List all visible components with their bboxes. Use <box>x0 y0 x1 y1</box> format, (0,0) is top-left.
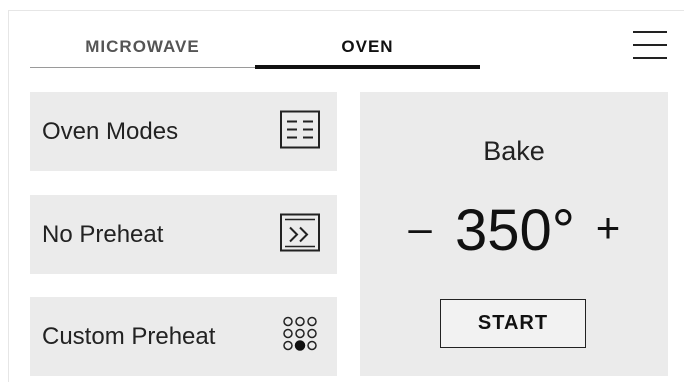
custom-preheat-label: Custom Preheat <box>42 322 216 350</box>
list-icon <box>280 110 320 153</box>
tab-underline-inactive <box>30 67 255 68</box>
temperature-value: 350° <box>455 198 575 263</box>
temperature-control: – 350° + <box>360 196 668 266</box>
start-button[interactable]: START <box>440 299 586 348</box>
increase-temperature-button[interactable]: + <box>588 207 628 249</box>
selected-mode-title: Bake <box>483 136 545 166</box>
cook-settings-panel: Bake – 350° + START <box>360 92 668 376</box>
tab-bar: MICROWAVE OVEN <box>30 30 480 70</box>
dot-grid-icon <box>280 314 320 359</box>
decrease-temperature-button[interactable]: – <box>402 207 438 249</box>
tab-underline-active <box>255 65 480 69</box>
tab-microwave[interactable]: MICROWAVE <box>30 30 255 64</box>
oven-modes-label: Oven Modes <box>42 117 179 145</box>
custom-preheat-button[interactable]: Custom Preheat <box>30 297 337 376</box>
tab-oven[interactable]: OVEN <box>255 30 480 64</box>
skip-preheat-icon <box>280 213 320 256</box>
no-preheat-label: No Preheat <box>42 220 164 248</box>
oven-modes-button[interactable]: Oven Modes <box>30 92 337 171</box>
no-preheat-button[interactable]: No Preheat <box>30 195 337 274</box>
hamburger-icon[interactable] <box>633 29 667 61</box>
